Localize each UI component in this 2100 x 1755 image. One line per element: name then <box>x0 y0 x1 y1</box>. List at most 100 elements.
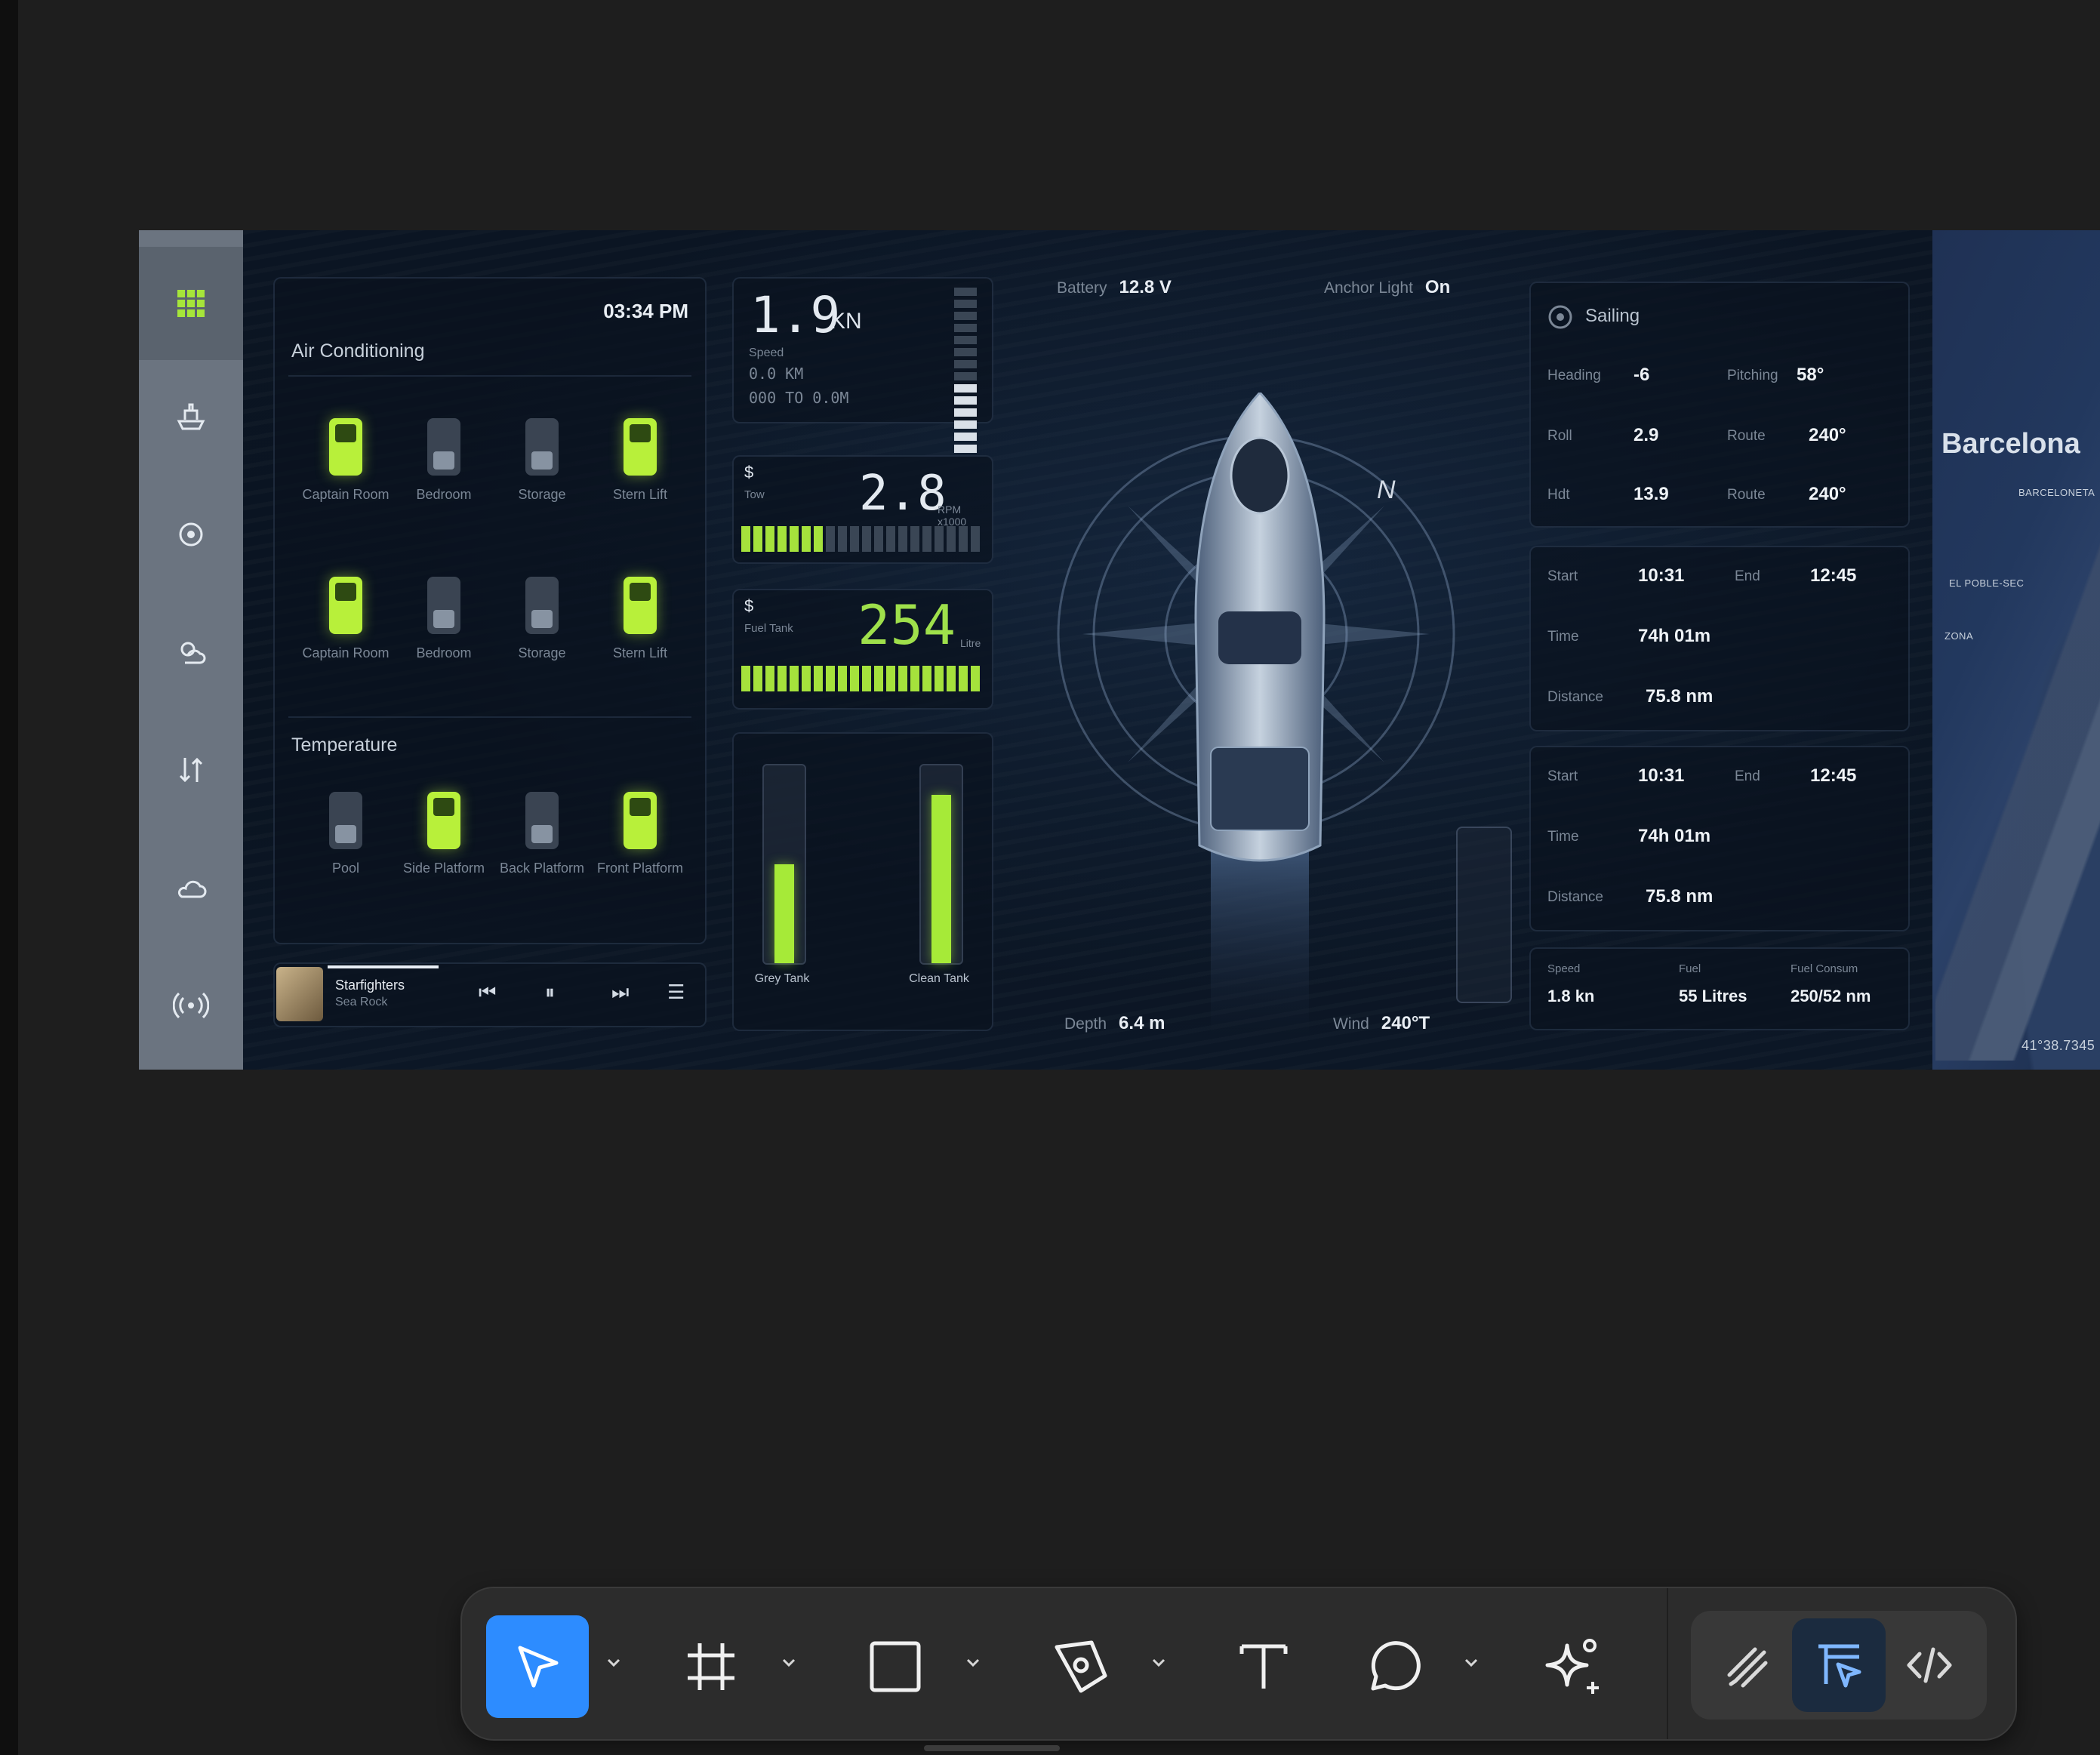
level-bar <box>947 666 956 691</box>
level-bar <box>954 445 977 453</box>
ac-zone-toggle[interactable]: Storage <box>497 577 587 661</box>
previous-button[interactable]: ⏮ <box>479 981 496 1005</box>
sun-cloud-icon <box>180 642 206 664</box>
dashboard-frame[interactable]: 03:34 PM Air Conditioning Captain Room B… <box>139 230 2100 1070</box>
trip-end-label: End <box>1735 568 1760 584</box>
text-tool-button[interactable] <box>1212 1615 1315 1718</box>
pen-tool-button[interactable] <box>1030 1615 1132 1718</box>
pause-button[interactable]: ⏸ <box>545 981 555 1005</box>
rectangle-icon <box>870 1641 921 1692</box>
ship-icon <box>177 403 205 430</box>
ac-zone-toggle[interactable]: Bedroom <box>399 577 489 661</box>
trip-end-value: 12:45 <box>1810 565 1857 586</box>
temperature-zone-toggle[interactable]: Side Platform <box>399 792 489 876</box>
trip-distance-label: Distance <box>1547 889 1603 905</box>
rectangle-tool-button[interactable] <box>844 1615 947 1718</box>
stat-consumption-label: Fuel Consum <box>1791 962 1858 975</box>
divider <box>288 375 691 377</box>
chevron-down-icon <box>782 1658 796 1667</box>
next-button[interactable]: ⏭ <box>611 981 629 1005</box>
ac-zone-toggle[interactable]: Captain Room <box>300 577 391 661</box>
level-bar <box>954 288 977 296</box>
level-bar <box>935 666 944 691</box>
temperature-zone-toggle[interactable]: Pool <box>300 792 391 876</box>
cursor-icon <box>518 1646 559 1688</box>
fuel-label: Fuel Tank <box>744 622 793 635</box>
song-title: Starfighters <box>335 978 405 993</box>
playback-progress[interactable] <box>328 965 439 968</box>
map-place-label: EL POBLE-SEC <box>1949 577 2025 589</box>
battery-readout: Battery 12.8 V <box>1057 277 1172 297</box>
level-bar <box>910 666 919 691</box>
air-conditioning-title: Air Conditioning <box>291 340 425 362</box>
dev-mode-button[interactable] <box>1883 1618 1976 1712</box>
pen-tool-menu[interactable] <box>1147 1652 1170 1674</box>
level-bar <box>802 526 811 552</box>
sidebar-item-transfer[interactable] <box>139 713 243 827</box>
ac-zone-toggle[interactable]: Stern Lift <box>595 418 685 503</box>
level-bar <box>954 324 977 332</box>
trip-time-label: Time <box>1547 629 1579 645</box>
speed-line-1: 0.0 KM <box>749 365 804 383</box>
wind-readout: Wind 240°T <box>1333 1013 1430 1033</box>
level-bar <box>850 666 859 691</box>
sidebar-item-radio[interactable] <box>139 949 243 1062</box>
rpm-value: 2.8 <box>859 466 947 522</box>
gear-icon <box>179 522 203 547</box>
temperature-zone-toggle[interactable]: Back Platform <box>497 792 587 876</box>
ac-zone-toggle[interactable]: Storage <box>497 418 587 503</box>
album-cover <box>276 967 323 1021</box>
trip-start-label: Start <box>1547 568 1578 584</box>
ai-tool-button[interactable] <box>1523 1615 1626 1718</box>
rpm-label: Tow <box>744 488 765 501</box>
sidebar-item-weather[interactable] <box>139 831 243 944</box>
level-bar <box>777 526 787 552</box>
grey-tank-label: Grey Tank <box>754 972 810 985</box>
move-tool-menu[interactable] <box>602 1652 625 1674</box>
level-bar <box>954 420 977 429</box>
ac-zone-toggle[interactable]: Captain Room <box>300 418 391 503</box>
trip-distance-value: 75.8 nm <box>1646 886 1714 907</box>
speed-unit: KN <box>830 309 862 334</box>
draw-icon <box>1727 1647 1768 1688</box>
hdt-label: Hdt <box>1547 487 1570 503</box>
ac-zone-toggle[interactable]: Stern Lift <box>595 577 685 661</box>
sidebar-item-climate[interactable] <box>139 596 243 709</box>
sidebar-item-settings[interactable] <box>139 478 243 591</box>
comment-tool-button[interactable] <box>1342 1615 1445 1718</box>
frame-tool-menu[interactable] <box>777 1652 800 1674</box>
temperature-title: Temperature <box>291 734 398 756</box>
trip-time-value: 74h 01m <box>1638 626 1711 646</box>
level-bar <box>954 300 977 308</box>
comment-tool-menu[interactable] <box>1460 1652 1483 1674</box>
frame-tool-button[interactable] <box>660 1615 762 1718</box>
level-bar <box>814 666 823 691</box>
sidebar-item-ship[interactable] <box>139 360 243 473</box>
level-bar <box>947 526 956 552</box>
level-bar <box>862 526 871 552</box>
heading-value: -6 <box>1634 365 1650 385</box>
next-icon: ⏭ <box>611 981 630 1003</box>
ac-zone-toggle[interactable]: Bedroom <box>399 418 489 503</box>
level-bar <box>814 526 823 552</box>
level-bar <box>741 666 750 691</box>
level-bar <box>898 666 907 691</box>
move-tool-button[interactable] <box>486 1615 589 1718</box>
yacht-illustration <box>1194 393 1326 1049</box>
trip-end-value: 12:45 <box>1810 765 1857 786</box>
sparkle-icon <box>1545 1639 1599 1694</box>
level-bar <box>886 666 895 691</box>
playlist-button[interactable]: ☰ <box>667 981 685 1004</box>
level-bar <box>954 433 977 441</box>
fuel-value: 254 <box>858 593 956 657</box>
design-mode-button[interactable] <box>1792 1618 1886 1712</box>
temperature-zone-toggle[interactable]: Front Platform <box>595 792 685 876</box>
stat-consumption-value: 250/52 nm <box>1791 987 1871 1005</box>
rectangle-tool-menu[interactable] <box>962 1652 984 1674</box>
fuel-level-bars <box>741 666 980 691</box>
sidebar-item-dashboard[interactable] <box>139 247 243 360</box>
trip-start-label: Start <box>1547 768 1578 784</box>
draw-mode-button[interactable] <box>1701 1618 1795 1712</box>
level-bar <box>954 408 977 417</box>
anchor-light-readout: Anchor Light On <box>1324 277 1451 297</box>
